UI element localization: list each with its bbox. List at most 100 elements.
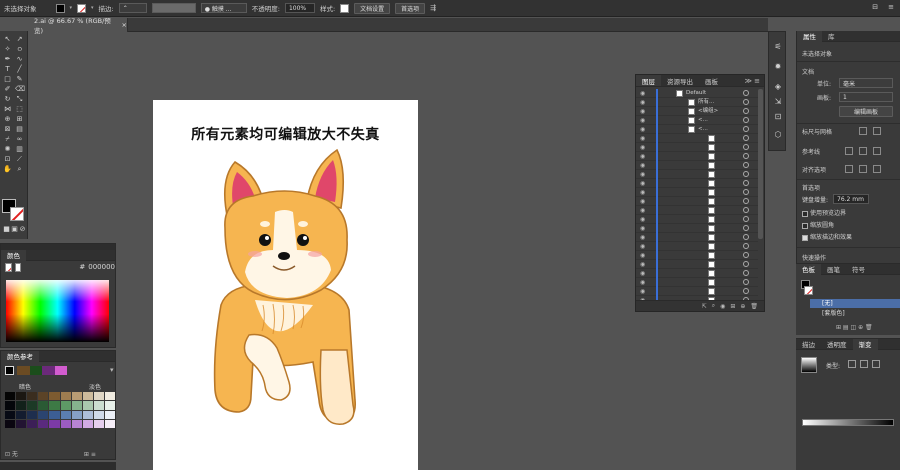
layer-row[interactable]: ◉ bbox=[636, 188, 758, 197]
snap-glyph-icon[interactable] bbox=[873, 165, 881, 173]
eye-icon[interactable]: ◉ bbox=[640, 144, 645, 151]
color-guide-grid[interactable] bbox=[5, 392, 115, 428]
layer-row[interactable]: ◉ bbox=[636, 161, 758, 170]
zoom-tool-icon[interactable]: ⌕ bbox=[15, 165, 24, 173]
snap-point-icon[interactable] bbox=[845, 165, 853, 173]
layer-row[interactable]: ◉ bbox=[636, 134, 758, 143]
target-icon[interactable] bbox=[743, 99, 749, 105]
guide-swatch[interactable] bbox=[5, 410, 16, 419]
tab-layers[interactable]: 图层 bbox=[636, 75, 661, 86]
layer-row[interactable]: ◉ bbox=[636, 215, 758, 224]
gradient-preview[interactable] bbox=[801, 357, 817, 373]
guide-swatch[interactable] bbox=[5, 401, 16, 410]
guide-swatch[interactable] bbox=[27, 401, 38, 410]
export-icon[interactable]: ⇱ bbox=[702, 303, 707, 310]
eye-icon[interactable]: ◉ bbox=[640, 288, 645, 295]
none-mode-icon[interactable]: ⊘ bbox=[18, 225, 27, 233]
blend-tool-icon[interactable]: ∞ bbox=[15, 135, 24, 143]
swatches-footer-icons[interactable]: ⊞ ▤ ◫ ⊕ 🗑 bbox=[836, 324, 873, 331]
edit-artboard-button[interactable]: 编辑画板 bbox=[839, 106, 893, 117]
layer-row[interactable]: ◉ 所有... bbox=[636, 98, 758, 107]
scale-tool-icon[interactable]: ⤡ bbox=[15, 95, 24, 103]
layer-row[interactable]: ◉ bbox=[636, 278, 758, 287]
guide-swatch[interactable] bbox=[93, 419, 104, 428]
guide-swatch[interactable] bbox=[104, 401, 115, 410]
ruler-toggle-icon[interactable] bbox=[859, 127, 867, 135]
guide-swatch[interactable] bbox=[82, 410, 93, 419]
tab-asset-export[interactable]: 资源导出 bbox=[661, 75, 699, 86]
brush-panel-icon[interactable]: ⚟ bbox=[773, 42, 783, 52]
snap-pixel-icon[interactable] bbox=[859, 165, 867, 173]
target-icon[interactable] bbox=[743, 225, 749, 231]
tab-gradient[interactable]: 渐变 bbox=[852, 338, 878, 350]
target-icon[interactable] bbox=[743, 189, 749, 195]
scale-corners-checkbox[interactable]: 缩放圆角 bbox=[802, 220, 834, 229]
eye-icon[interactable]: ◉ bbox=[640, 162, 645, 169]
eraser-icon[interactable]: ⌫ bbox=[15, 85, 25, 93]
guide-swatch[interactable] bbox=[60, 392, 71, 401]
grid-toggle-icon[interactable] bbox=[873, 127, 881, 135]
artboard-tool-icon[interactable]: ⊡ bbox=[3, 155, 12, 163]
swatch-stroke-indicator[interactable] bbox=[804, 286, 813, 295]
guide-swatch[interactable] bbox=[38, 401, 49, 410]
eye-icon[interactable]: ◉ bbox=[640, 90, 645, 97]
base-color-swatch[interactable] bbox=[5, 366, 14, 375]
style-swatch[interactable] bbox=[340, 3, 350, 13]
layer-row[interactable]: ◉ Default bbox=[636, 89, 758, 98]
perspective-grid-icon[interactable]: ⊞ bbox=[15, 115, 24, 123]
smart-guides-icon[interactable] bbox=[873, 147, 881, 155]
selection-tool-icon[interactable]: ↖ bbox=[3, 35, 12, 43]
swatch-registration[interactable]: [套版色] bbox=[810, 309, 900, 318]
guide-swatch[interactable] bbox=[93, 392, 104, 401]
guides-show-icon[interactable] bbox=[845, 147, 853, 155]
document-setup-button[interactable]: 文档设置 bbox=[354, 2, 391, 14]
fill-swatch[interactable] bbox=[55, 3, 65, 13]
cube-icon[interactable]: ⬡ bbox=[773, 130, 783, 140]
tab-brushes[interactable]: 画笔 bbox=[821, 264, 846, 275]
guide-swatch[interactable] bbox=[27, 419, 38, 428]
hand-tool-icon[interactable]: ✋ bbox=[3, 165, 12, 173]
guide-swatch[interactable] bbox=[71, 392, 82, 401]
tab-properties[interactable]: 属性 bbox=[797, 30, 822, 42]
target-icon[interactable] bbox=[743, 126, 749, 132]
target-icon[interactable] bbox=[743, 207, 749, 213]
eyedropper-icon[interactable]: ⌿ bbox=[3, 135, 12, 143]
shaper-tool-icon[interactable]: ✐ bbox=[3, 85, 12, 93]
guide-swatch[interactable] bbox=[71, 419, 82, 428]
new-layer-icon[interactable]: ⊕ bbox=[740, 303, 745, 310]
magic-wand-icon[interactable]: ✧ bbox=[3, 45, 12, 53]
tab-color-guide[interactable]: 颜色参考 bbox=[1, 350, 39, 362]
stroke-color-box[interactable] bbox=[10, 207, 24, 221]
eye-icon[interactable]: ◉ bbox=[640, 126, 645, 133]
guide-swatch[interactable] bbox=[49, 401, 60, 410]
stroke-weight-dropdown[interactable]: ⌃ bbox=[118, 3, 147, 13]
target-icon[interactable] bbox=[743, 135, 749, 141]
layer-row[interactable]: ◉ bbox=[636, 206, 758, 215]
target-icon[interactable] bbox=[743, 198, 749, 204]
layer-row[interactable]: ◉ <... bbox=[636, 125, 758, 134]
harmony-strip[interactable] bbox=[17, 366, 67, 375]
radial-gradient-icon[interactable] bbox=[860, 360, 868, 368]
new-sublayer-icon[interactable]: ⊞ bbox=[730, 303, 735, 310]
eye-icon[interactable]: ◉ bbox=[640, 171, 645, 178]
target-icon[interactable] bbox=[743, 234, 749, 240]
locate-icon[interactable]: ⌕ bbox=[712, 302, 715, 310]
eye-icon[interactable]: ◉ bbox=[640, 207, 645, 214]
tab-swatches[interactable]: 色板 bbox=[796, 263, 821, 275]
target-icon[interactable] bbox=[743, 243, 749, 249]
corgi-illustration[interactable] bbox=[153, 100, 418, 470]
chevron-down-icon[interactable]: ▾ bbox=[91, 5, 94, 11]
color-spectrum[interactable] bbox=[6, 280, 109, 342]
variable-width-dropdown[interactable] bbox=[151, 3, 196, 13]
close-icon[interactable]: × bbox=[122, 21, 127, 29]
guide-swatch[interactable] bbox=[16, 401, 27, 410]
artboards-panel-icon[interactable]: ⊡ bbox=[773, 112, 783, 122]
preview-bounds-checkbox[interactable]: 使用预览边界 bbox=[802, 208, 846, 217]
eye-icon[interactable]: ◉ bbox=[640, 198, 645, 205]
layer-row[interactable]: ◉ bbox=[636, 260, 758, 269]
guide-swatch[interactable] bbox=[104, 419, 115, 428]
guide-swatch[interactable] bbox=[49, 410, 60, 419]
clip-mask-icon[interactable]: ◉ bbox=[720, 303, 725, 310]
layer-row[interactable]: ◉ bbox=[636, 269, 758, 278]
brush-dropdown[interactable]: ● 触摸 ... bbox=[200, 3, 247, 13]
